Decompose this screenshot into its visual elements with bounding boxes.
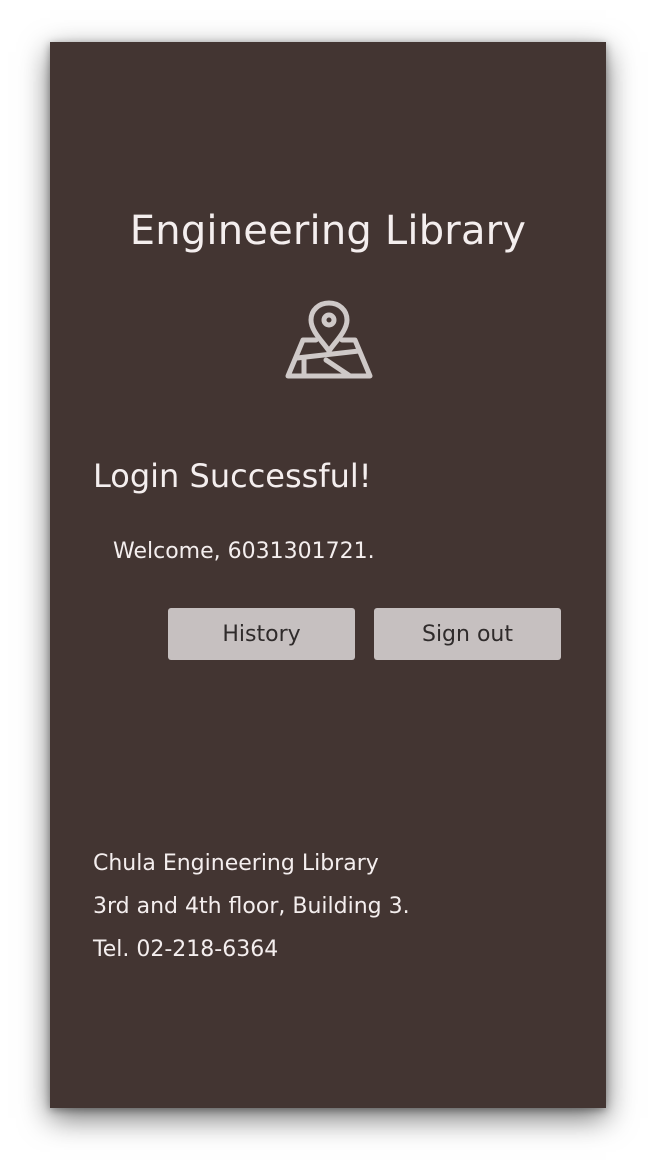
login-success-heading: Login Successful!: [93, 457, 372, 495]
history-button[interactable]: History: [168, 608, 355, 660]
map-pin-icon: [284, 300, 374, 384]
app-window: Engineering Library Login Successful! We…: [50, 42, 606, 1108]
footer-phone: Tel. 02-218-6364: [93, 937, 279, 962]
welcome-message: Welcome, 6031301721.: [113, 539, 375, 564]
footer-library-name: Chula Engineering Library: [93, 851, 379, 876]
app-title: Engineering Library: [129, 208, 527, 254]
footer-address: 3rd and 4th floor, Building 3.: [93, 894, 410, 919]
sign-out-button[interactable]: Sign out: [374, 608, 561, 660]
